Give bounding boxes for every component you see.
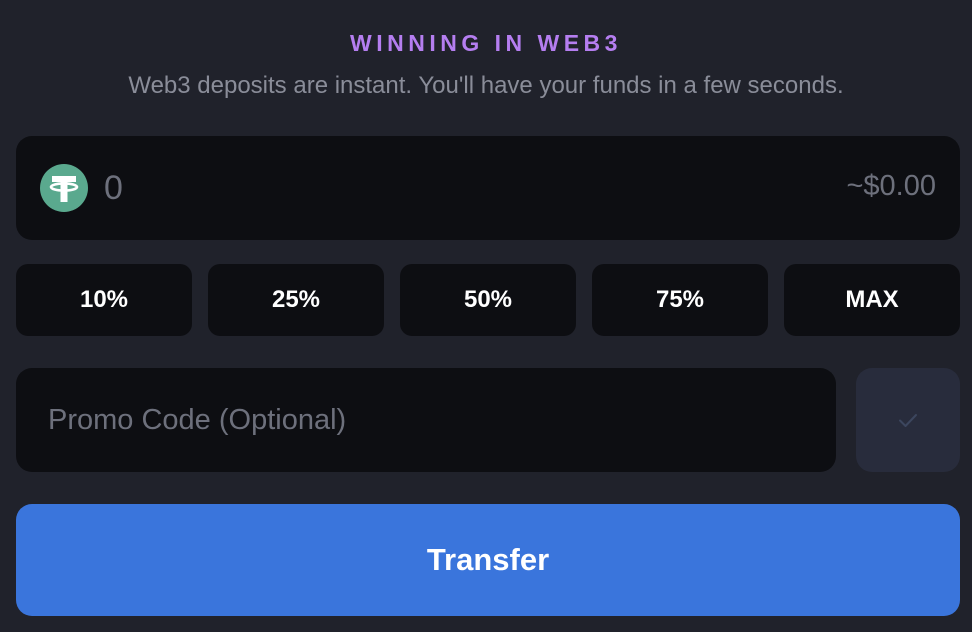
percent-25-button[interactable]: 25% [208, 264, 384, 336]
percent-75-button[interactable]: 75% [592, 264, 768, 336]
transfer-button[interactable]: Transfer [16, 504, 960, 616]
apply-promo-button[interactable] [856, 368, 960, 472]
percent-button-row: 10% 25% 50% 75% MAX [16, 264, 960, 336]
tether-usdt-icon [40, 164, 88, 212]
deposit-panel: WINNING IN WEB3 Web3 deposits are instan… [0, 0, 972, 632]
page-headline: WINNING IN WEB3 [350, 30, 622, 56]
percent-10-button[interactable]: 10% [16, 264, 192, 336]
checkmark-icon [899, 414, 917, 427]
percent-50-button[interactable]: 50% [400, 264, 576, 336]
promo-code-container [16, 368, 836, 472]
usd-value: ~$0.00 [846, 170, 936, 202]
page-subtitle: Web3 deposits are instant. You'll have y… [128, 72, 844, 99]
amount-input[interactable] [104, 160, 704, 216]
amount-field-container: ~$0.00 [16, 136, 960, 240]
promo-code-input[interactable] [48, 392, 808, 448]
max-button[interactable]: MAX [784, 264, 960, 336]
